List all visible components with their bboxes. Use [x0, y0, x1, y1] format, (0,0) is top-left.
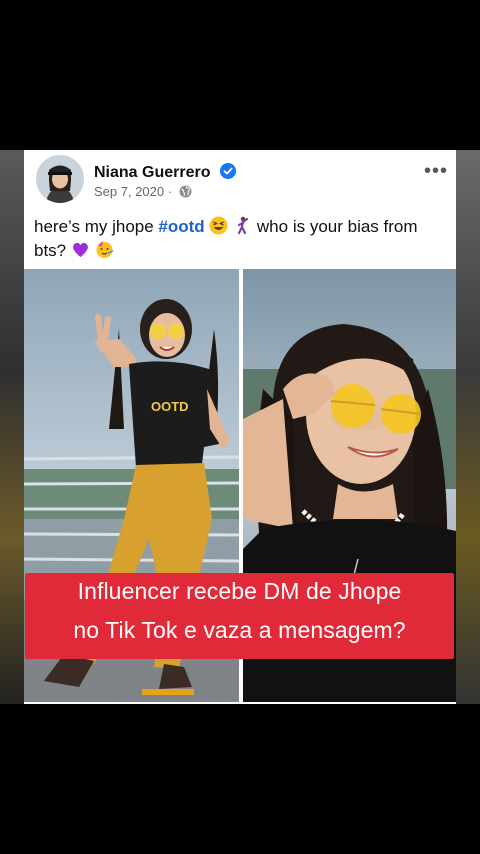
- hashtag-link[interactable]: #ootd: [158, 217, 204, 236]
- post-meta: Sep 7, 2020 ·: [94, 184, 192, 199]
- author-name[interactable]: Niana Guerrero: [94, 163, 236, 182]
- facebook-post-card: Niana Guerrero Sep 7, 2020 · ••• here’s …: [24, 150, 456, 704]
- overlay-title-banner: Influencer recebe DM de Jhope no Tik Tok…: [25, 573, 454, 659]
- author-name-text[interactable]: Niana Guerrero: [94, 164, 210, 181]
- dancer-emoji-icon: [233, 216, 252, 235]
- post-header: Niana Guerrero Sep 7, 2020 · •••: [24, 150, 456, 210]
- more-options-icon[interactable]: •••: [424, 160, 448, 183]
- blurred-background-right: [456, 150, 480, 704]
- partying-face-emoji-icon: [95, 240, 114, 259]
- grinning-squint-emoji-icon: [209, 216, 228, 235]
- author-avatar[interactable]: [36, 155, 84, 203]
- overlay-title-line-1: Influencer recebe DM de Jhope: [77, 578, 402, 604]
- globe-icon: [179, 185, 192, 198]
- verified-badge-icon: [219, 163, 236, 179]
- svg-text:OOTD: OOTD: [151, 399, 189, 414]
- post-caption: here’s my jhope #ootd who is your bias f…: [34, 215, 450, 263]
- caption-text-1: here’s my jhope: [34, 217, 159, 236]
- bottom-letterbox: [0, 704, 480, 854]
- post-date[interactable]: Sep 7, 2020: [94, 184, 164, 199]
- blurred-background-left: [0, 150, 24, 704]
- meta-separator: ·: [167, 184, 173, 199]
- top-letterbox: [0, 0, 480, 150]
- overlay-title-line-2: no Tik Tok e vaza a mensagem?: [73, 617, 406, 643]
- purple-heart-emoji-icon: [71, 240, 90, 259]
